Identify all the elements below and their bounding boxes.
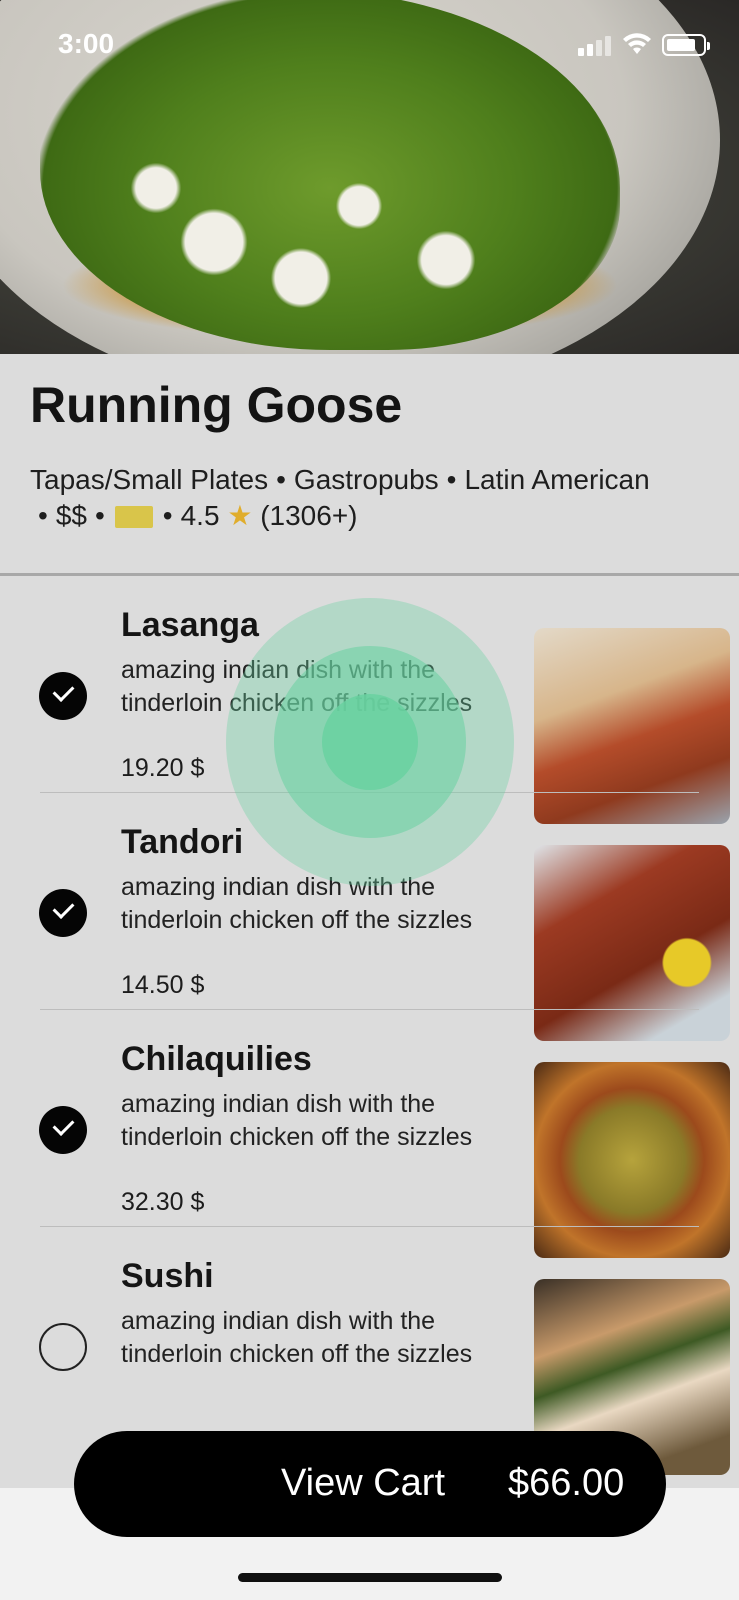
menu-item[interactable]: Sushi amazing indian dish with the tinde… — [0, 1227, 739, 1475]
dish-description: amazing indian dish with the tinderloin … — [121, 1307, 473, 1368]
dish-name: Tandori — [121, 823, 244, 861]
cart-total: $66.00 — [508, 1462, 625, 1504]
selected-checkbox-icon[interactable] — [39, 889, 87, 937]
restaurant-name: Running Goose — [30, 377, 403, 433]
status-bar: 3:00 — [0, 0, 739, 90]
category-gastropubs: Gastropubs — [293, 464, 439, 495]
star-icon: ★ — [227, 500, 253, 531]
restaurant-info: Running Goose Tapas/Small Plates • Gastrop… — [0, 354, 739, 576]
app-screen: 3:00 Running Goose Tapas/Small Plates • Ga… — [0, 0, 739, 1600]
category-tapas: Tapas/Small Plates — [30, 464, 269, 495]
dish-name: Chilaquilies — [121, 1040, 312, 1078]
view-cart-label: View Cart — [281, 1462, 446, 1504]
dish-description: amazing indian dish with the tinderloin … — [121, 1090, 473, 1151]
category-latin: Latin American — [464, 464, 650, 495]
cellular-signal-icon — [578, 34, 612, 56]
review-count: (1306+) — [260, 500, 358, 531]
menu-item[interactable]: Chilaquilies amazing indian dish with th… — [0, 1010, 739, 1258]
dish-name: Sushi — [121, 1257, 214, 1295]
dish-price: 32.30 $ — [121, 1188, 205, 1216]
wifi-icon — [623, 33, 651, 54]
selected-checkbox-icon[interactable] — [39, 1106, 87, 1154]
tap-core — [322, 694, 418, 790]
view-cart-button[interactable]: View Cart $66.00 — [74, 1431, 666, 1537]
battery-icon — [662, 34, 710, 56]
dish-price: 19.20 $ — [121, 754, 205, 782]
tap-indicator — [226, 598, 514, 886]
status-time: 3:00 — [58, 28, 115, 59]
selected-checkbox-icon[interactable] — [39, 672, 87, 720]
rating-value: 4.5 — [180, 500, 220, 531]
dish-name: Lasanga — [121, 606, 259, 644]
home-indicator[interactable] — [238, 1573, 502, 1582]
price-level: $$ — [55, 500, 87, 531]
unselected-checkbox-icon[interactable] — [39, 1323, 87, 1371]
dish-description: amazing indian dish with the tinderloin … — [121, 873, 473, 934]
ticket-icon — [114, 506, 153, 528]
dish-price: 14.50 $ — [121, 971, 205, 999]
restaurant-meta: Tapas/Small Plates • Gastropubs • Latin Amer… — [30, 464, 650, 531]
